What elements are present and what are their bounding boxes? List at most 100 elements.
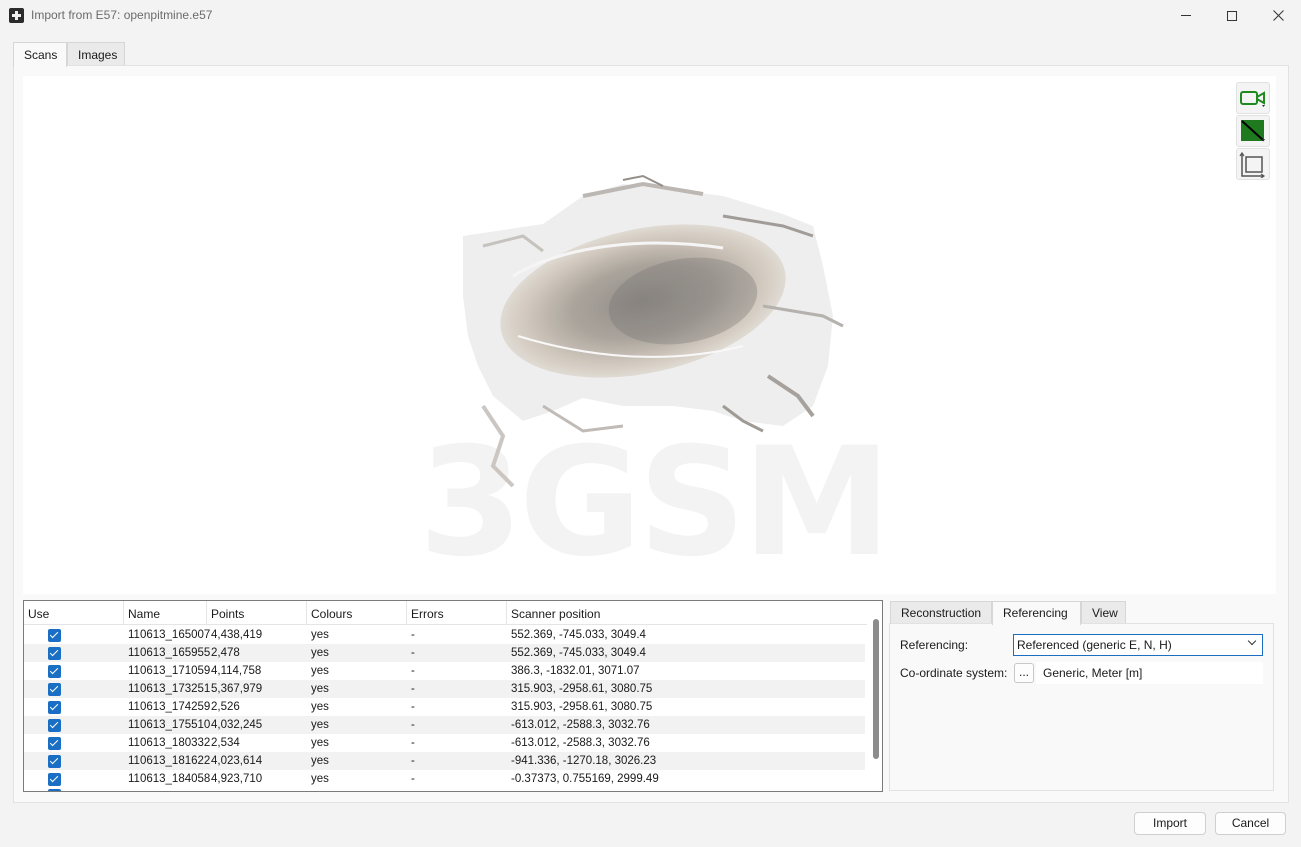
cell-position: -941.336, -1270.18, 3026.23 <box>511 755 657 767</box>
tab-referencing[interactable]: Referencing <box>992 601 1081 625</box>
cell-points: 4,114,758 <box>211 665 262 677</box>
cell-position: -613.012, -2588.3, 3032.76 <box>511 719 650 731</box>
cell-colours: yes <box>311 647 329 659</box>
point-cloud-viewport[interactable]: 3GSM <box>23 76 1276 594</box>
column-errors[interactable]: Errors <box>407 601 507 625</box>
cell-name: 110613_165955 <box>128 647 211 659</box>
row-checkbox-partial <box>48 789 61 791</box>
table-header: Use Name Points Colours Errors Scanner p… <box>24 601 867 625</box>
cell-errors: - <box>411 773 415 785</box>
table-row[interactable]: 110613_165955 2,478 yes - 552.369, -745.033,… <box>24 644 865 662</box>
use-checkbox[interactable] <box>48 665 61 678</box>
cell-errors: - <box>411 629 415 641</box>
cell-position: 315.903, -2958.61, 3080.75 <box>511 683 653 695</box>
cell-errors: - <box>411 701 415 713</box>
colour-mode-icon <box>1241 120 1265 142</box>
cell-points: 4,923,710 <box>211 773 263 785</box>
close-button[interactable] <box>1255 0 1301 31</box>
cell-name: 110613_181622 <box>128 755 211 767</box>
table-row[interactable]: 110613_180332 2,534 yes - -613.012, -2588.3,… <box>24 734 865 752</box>
frame-view-button[interactable] <box>1236 148 1270 180</box>
use-checkbox[interactable] <box>48 719 61 732</box>
cell-name: 110613_173251 <box>128 683 211 695</box>
camera-view-icon <box>1240 91 1265 107</box>
use-checkbox[interactable] <box>48 683 61 696</box>
use-checkbox[interactable] <box>48 773 61 786</box>
referencing-select[interactable]: Referenced (generic E, N, H) <box>1013 634 1263 656</box>
cell-name: 110613_174259 <box>128 701 211 713</box>
cell-name: 110613_165007 <box>128 629 211 641</box>
camera-view-button[interactable] <box>1236 82 1270 114</box>
tab-scans[interactable]: Scans <box>13 42 67 67</box>
import-button[interactable]: Import <box>1134 812 1206 835</box>
table-row[interactable]: 110613_173251 5,367,979 yes - 315.903, -2958… <box>24 680 865 698</box>
cell-points: 5,367,979 <box>211 683 263 695</box>
cell-position: 552.369, -745.033, 3049.4 <box>511 647 646 659</box>
column-colours[interactable]: Colours <box>307 601 407 625</box>
cell-points: 4,032,245 <box>211 719 263 731</box>
table-row[interactable]: 110613_184058 4,923,710 yes - -0.37373, 0.75… <box>24 770 865 788</box>
coordinate-system-value: Generic, Meter [m] <box>1036 662 1263 684</box>
cell-points: 2,478 <box>211 647 240 659</box>
cell-colours: yes <box>311 737 329 749</box>
cell-colours: yes <box>311 773 329 785</box>
use-checkbox[interactable] <box>48 755 61 768</box>
colour-mode-button[interactable] <box>1236 115 1270 147</box>
cell-position: 315.903, -2958.61, 3080.75 <box>511 701 653 713</box>
table-scrollbar[interactable] <box>873 619 879 759</box>
cell-points: 2,526 <box>211 701 240 713</box>
use-checkbox[interactable] <box>48 629 61 642</box>
scan-table[interactable]: Use Name Points Colours Errors Scanner p… <box>23 600 883 792</box>
column-name[interactable]: Name <box>124 601 207 625</box>
column-points[interactable]: Points <box>207 601 307 625</box>
cell-points: 4,438,419 <box>211 629 263 641</box>
title-bar: Import from E57: openpitmine.e57 <box>0 0 1301 31</box>
point-cloud-render <box>463 174 844 488</box>
cell-errors: - <box>411 683 415 695</box>
table-body: 110613_165007 4,438,419 yes - 552.369, -745.… <box>24 626 867 788</box>
referencing-label: Referencing: <box>900 638 969 652</box>
cell-colours: yes <box>311 629 329 641</box>
column-use[interactable]: Use <box>24 601 124 625</box>
cell-colours: yes <box>311 665 329 677</box>
coordinate-system-browse-button[interactable]: ... <box>1014 663 1034 683</box>
frame-view-icon <box>1239 151 1266 178</box>
app-icon <box>9 8 24 23</box>
use-checkbox[interactable] <box>48 737 61 750</box>
use-checkbox[interactable] <box>48 701 61 714</box>
coordinate-system-label: Co-ordinate system: <box>900 666 1008 680</box>
cell-colours: yes <box>311 719 329 731</box>
cell-errors: - <box>411 755 415 767</box>
chevron-down-icon <box>1247 636 1257 646</box>
tab-view[interactable]: View <box>1081 601 1126 624</box>
cell-name: 110613_175510 <box>128 719 211 731</box>
cell-position: -0.37373, 0.755169, 2999.49 <box>511 773 659 785</box>
minimize-button[interactable] <box>1163 0 1209 31</box>
table-row[interactable]: 110613_174259 2,526 yes - 315.903, -2958.61,… <box>24 698 865 716</box>
table-row[interactable]: 110613_165007 4,438,419 yes - 552.369, -745.… <box>24 626 865 644</box>
maximize-button[interactable] <box>1209 0 1255 31</box>
cell-errors: - <box>411 665 415 677</box>
cell-errors: - <box>411 719 415 731</box>
window-title: Import from E57: openpitmine.e57 <box>31 8 213 22</box>
cell-name: 110613_184058 <box>128 773 211 785</box>
cell-position: 552.369, -745.033, 3049.4 <box>511 629 646 641</box>
cell-points: 2,534 <box>211 737 240 749</box>
table-row[interactable]: 110613_175510 4,032,245 yes - -613.012, -258… <box>24 716 865 734</box>
tab-reconstruction[interactable]: Reconstruction <box>890 601 992 624</box>
column-scanner-position[interactable]: Scanner position <box>507 601 867 625</box>
referencing-select-value: Referenced (generic E, N, H) <box>1017 638 1172 652</box>
cancel-button[interactable]: Cancel <box>1215 812 1286 835</box>
cell-errors: - <box>411 647 415 659</box>
tab-images[interactable]: Images <box>67 42 125 66</box>
cell-name: 110613_180332 <box>128 737 211 749</box>
cell-colours: yes <box>311 683 329 695</box>
cell-colours: yes <box>311 701 329 713</box>
cell-name: 110613_171059 <box>128 665 211 677</box>
close-icon <box>1272 10 1284 21</box>
use-checkbox[interactable] <box>48 647 61 660</box>
table-row[interactable]: 110613_181622 4,023,614 yes - -941.336, -127… <box>24 752 865 770</box>
table-row[interactable]: 110613_171059 4,114,758 yes - 386.3, -1832.0… <box>24 662 865 680</box>
cell-errors: - <box>411 737 415 749</box>
cell-colours: yes <box>311 755 329 767</box>
